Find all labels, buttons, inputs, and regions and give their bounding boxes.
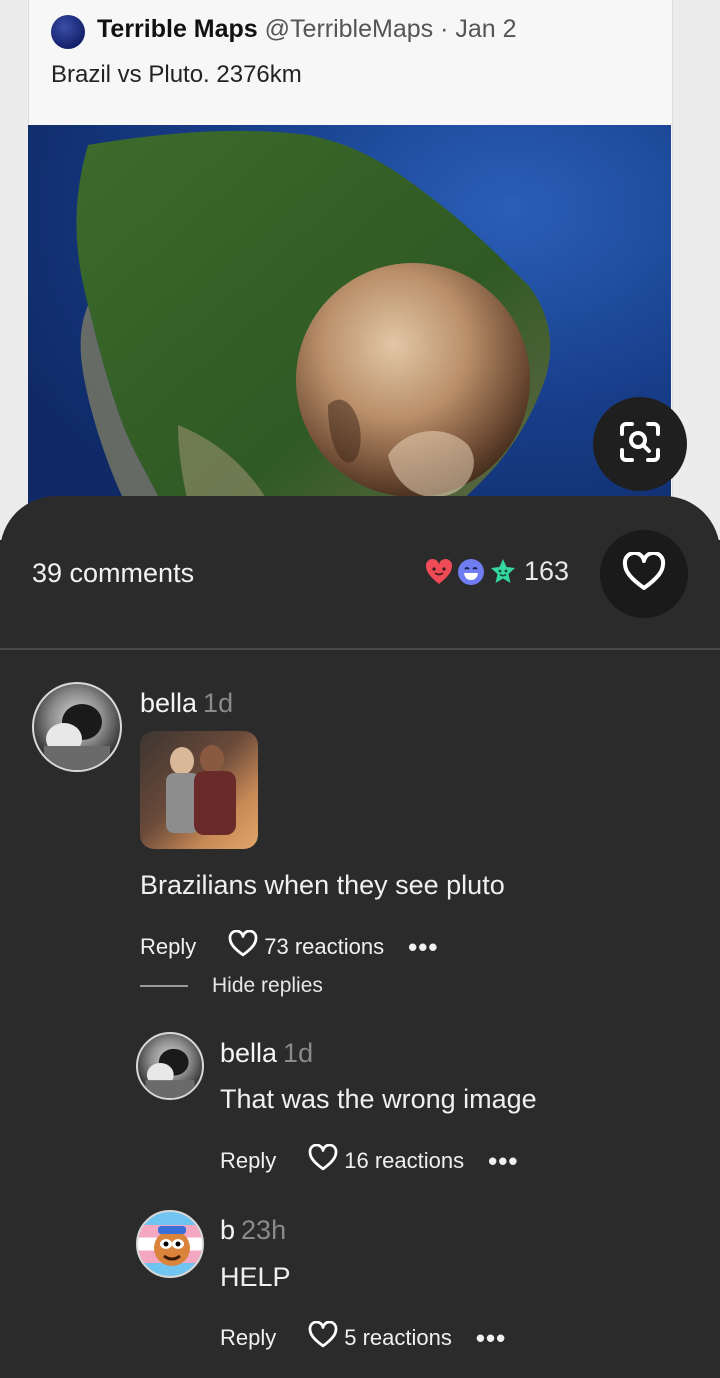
more-options-button[interactable]: ••• xyxy=(488,1148,518,1174)
tweet-author-name: Terrible Maps xyxy=(97,15,258,43)
comment-react-button[interactable]: 5 reactions xyxy=(308,1320,452,1355)
heart-face-icon xyxy=(424,557,454,587)
comment-image[interactable] xyxy=(140,731,258,849)
reaction-count: 73 reactions xyxy=(264,934,385,959)
commenter-name[interactable]: bella 1d xyxy=(140,688,233,719)
reaction-count: 5 reactions xyxy=(344,1325,452,1350)
hide-replies-button[interactable]: Hide replies xyxy=(140,974,323,998)
tweet-avatar xyxy=(51,15,85,49)
comment-actions: Reply 73 reactions ••• xyxy=(140,929,438,964)
tweet-separator: · xyxy=(440,15,449,43)
commenter-name-text: bella xyxy=(220,1038,278,1068)
comment-text: That was the wrong image xyxy=(220,1084,537,1114)
reactions-summary[interactable]: 163 xyxy=(424,556,569,587)
tweet-date: Jan 2 xyxy=(455,15,517,43)
comment-count[interactable]: 39 comments xyxy=(32,558,194,589)
comments-panel: 39 comments 163 bella 1d Brazilians when … xyxy=(0,496,720,1378)
heart-outline-icon xyxy=(308,1143,344,1178)
commenter-name[interactable]: bella 1d xyxy=(220,1038,313,1069)
comment-time: 23h xyxy=(241,1215,287,1245)
react-button[interactable] xyxy=(600,530,688,618)
visual-search-button[interactable] xyxy=(593,397,687,491)
tweet-text: Brazil vs Pluto. 2376km xyxy=(51,61,302,88)
visual-search-icon xyxy=(616,418,664,471)
tweet-author-handle: @TerribleMaps xyxy=(264,15,434,43)
comment-react-button[interactable]: 73 reactions xyxy=(228,929,385,964)
comment-text: Brazilians when they see pluto xyxy=(140,870,505,900)
comment-actions: Reply 5 reactions ••• xyxy=(220,1320,506,1355)
heart-outline-icon xyxy=(308,1320,344,1355)
comment-text: HELP xyxy=(220,1262,291,1292)
tweet-header: Terrible Maps @TerribleMaps · Jan 2 xyxy=(97,15,517,44)
star-face-icon xyxy=(488,557,518,587)
commenter-name-text: b xyxy=(220,1215,236,1245)
comment-react-button[interactable]: 16 reactions xyxy=(308,1143,465,1178)
pin-image[interactable]: Terrible Maps @TerribleMaps · Jan 2 Braz… xyxy=(0,0,720,540)
reaction-count: 16 reactions xyxy=(344,1148,465,1173)
heart-outline-icon xyxy=(228,929,264,964)
reply-button[interactable]: Reply xyxy=(220,1148,276,1174)
commenter-name-text: bella xyxy=(140,688,198,718)
heart-outline-icon xyxy=(622,550,666,597)
reaction-total: 163 xyxy=(524,556,570,586)
commenter-avatar[interactable] xyxy=(136,1032,204,1100)
header-divider xyxy=(0,648,720,650)
comment-time: 1d xyxy=(283,1038,314,1068)
map-image xyxy=(28,125,671,540)
comment-actions: Reply 16 reactions ••• xyxy=(220,1143,518,1178)
hide-replies-line xyxy=(140,985,188,987)
commenter-avatar[interactable] xyxy=(32,682,122,772)
more-options-button[interactable]: ••• xyxy=(408,934,438,960)
reply-button[interactable]: Reply xyxy=(220,1325,276,1351)
commenter-avatar[interactable] xyxy=(136,1210,204,1278)
comment-time: 1d xyxy=(203,688,234,718)
more-options-button[interactable]: ••• xyxy=(476,1325,506,1351)
commenter-name[interactable]: b 23h xyxy=(220,1215,286,1246)
hide-replies-label: Hide replies xyxy=(212,974,323,997)
laughing-face-icon xyxy=(456,557,486,587)
reply-button[interactable]: Reply xyxy=(140,934,196,960)
